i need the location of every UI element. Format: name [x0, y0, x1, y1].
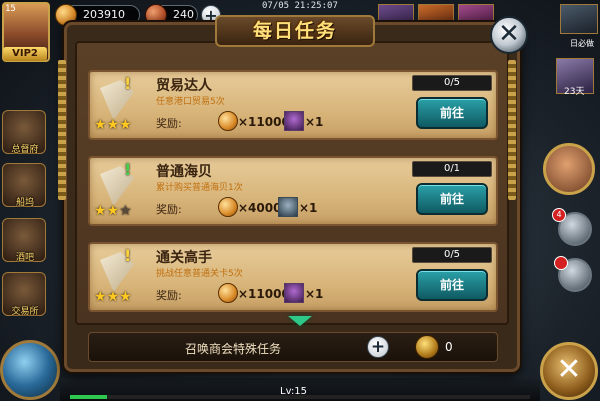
- xp-bar-fill: [70, 395, 107, 399]
- vip-badge[interactable]: VIP2: [3, 47, 47, 61]
- side-menu-label: 交易所: [11, 307, 39, 317]
- go-button[interactable]: 前往: [416, 183, 488, 215]
- rope-left: [58, 60, 66, 200]
- star-icon: ★: [106, 117, 120, 133]
- clock: 07/05 21:25:07: [262, 1, 338, 11]
- battle-button[interactable]: ✕: [540, 342, 598, 400]
- reward-item-qty: ×1: [305, 287, 324, 301]
- task-row: ! ★★★ 通关高手 挑战任意普通关卡5次 奖励: ×11000 ×1 0/5 …: [88, 242, 498, 312]
- task-progress: 0/5: [412, 75, 492, 91]
- trophy-badge: [554, 256, 568, 270]
- star-icon: ★: [119, 289, 132, 305]
- reward-item-icon[interactable]: [278, 197, 298, 217]
- reward-coin-amount: ×11000: [238, 287, 290, 301]
- task-desc: 任意港口贸易5次: [156, 97, 225, 107]
- task-progress: 0/5: [412, 247, 492, 263]
- daily-must-do-icon[interactable]: [560, 4, 598, 34]
- star-icon: ★: [119, 203, 132, 219]
- special-task-bar: 召唤商会特殊任务 + 0: [88, 332, 498, 362]
- special-task-label: 召唤商会特殊任务: [185, 342, 282, 356]
- star-icon: ★: [94, 289, 107, 305]
- star-icon: ★: [106, 203, 120, 219]
- side-menu-label: 船坞: [15, 198, 34, 208]
- task-row: ! ★★★ 贸易达人 任意港口贸易5次 奖励: ×11000 ×1 0/5 前往: [88, 70, 498, 140]
- reward-label: 奖励:: [156, 117, 182, 130]
- side-menu-label: 酒吧: [15, 253, 34, 263]
- coin-amount: 203910: [83, 8, 125, 21]
- rope-right: [508, 60, 516, 200]
- reward-coin-icon: [218, 283, 238, 303]
- task-progress: 0/1: [412, 161, 492, 177]
- trophy-icon[interactable]: [554, 256, 592, 292]
- world-map-button[interactable]: [0, 340, 60, 400]
- reward-item-icon[interactable]: [284, 111, 304, 131]
- side-menu-exchange[interactable]: 交易所: [2, 272, 46, 317]
- task-row: ! ★★★ 普通海贝 累计购买普通海贝1次 奖励: ×4000 ×1 0/1 前…: [88, 156, 498, 226]
- mail-badge: 4: [552, 208, 566, 222]
- go-button[interactable]: 前往: [416, 97, 488, 129]
- summon-special-task-button[interactable]: +: [367, 336, 389, 358]
- task-mark-icon: !: [124, 160, 132, 179]
- mail-icon[interactable]: 4: [552, 208, 592, 246]
- reward-coin-icon: [218, 197, 238, 217]
- task-desc: 挑战任意普通关卡5次: [156, 269, 243, 279]
- close-button[interactable]: ✕: [490, 16, 528, 54]
- scroll-down-arrow-icon[interactable]: [288, 316, 312, 326]
- reward-label: 奖励:: [156, 289, 182, 302]
- go-button[interactable]: 前往: [416, 269, 488, 301]
- shell-amount: 240: [173, 8, 194, 21]
- side-menu-bar[interactable]: 酒吧: [2, 218, 46, 263]
- task-stars: ★★★: [94, 114, 146, 133]
- star-icon: ★: [94, 203, 107, 219]
- star-icon: ★: [94, 117, 107, 133]
- task-stars: ★★★: [94, 200, 146, 219]
- xp-bar: [70, 395, 530, 399]
- star-icon: ★: [106, 289, 120, 305]
- player-level: 15: [5, 4, 16, 14]
- dialog-title-plate: 每日任务: [215, 15, 375, 47]
- task-name: 贸易达人: [156, 78, 212, 94]
- reward-coin-icon: [218, 111, 238, 131]
- daily-must-do-label: 日必做: [570, 39, 594, 48]
- guild-token-icon: [415, 335, 439, 359]
- side-menu-label: 总督府: [11, 145, 39, 155]
- task-mark-icon: !: [124, 246, 132, 265]
- task-name: 通关高手: [156, 250, 212, 266]
- reward-label: 奖励:: [156, 203, 182, 216]
- task-stars: ★★★: [94, 286, 146, 305]
- guild-token-count: 0: [445, 340, 453, 354]
- side-menu-governor[interactable]: 总督府: [2, 110, 46, 155]
- reward-coin-amount: ×11000: [238, 115, 290, 129]
- task-mark-icon: !: [124, 74, 132, 93]
- task-desc: 累计购买普通海贝1次: [156, 183, 243, 193]
- reward-coin-amount: ×4000: [238, 201, 282, 215]
- reward-item-qty: ×1: [305, 115, 324, 129]
- dialog-title: 每日任务: [252, 20, 337, 42]
- task-name: 普通海贝: [156, 164, 212, 180]
- side-menu-dock[interactable]: 船坞: [2, 163, 46, 208]
- star-icon: ★: [119, 117, 132, 133]
- event-days-label: 23天: [564, 87, 585, 97]
- captain-portrait-button[interactable]: [543, 143, 595, 195]
- reward-item-qty: ×1: [299, 201, 318, 215]
- reward-item-icon[interactable]: [284, 283, 304, 303]
